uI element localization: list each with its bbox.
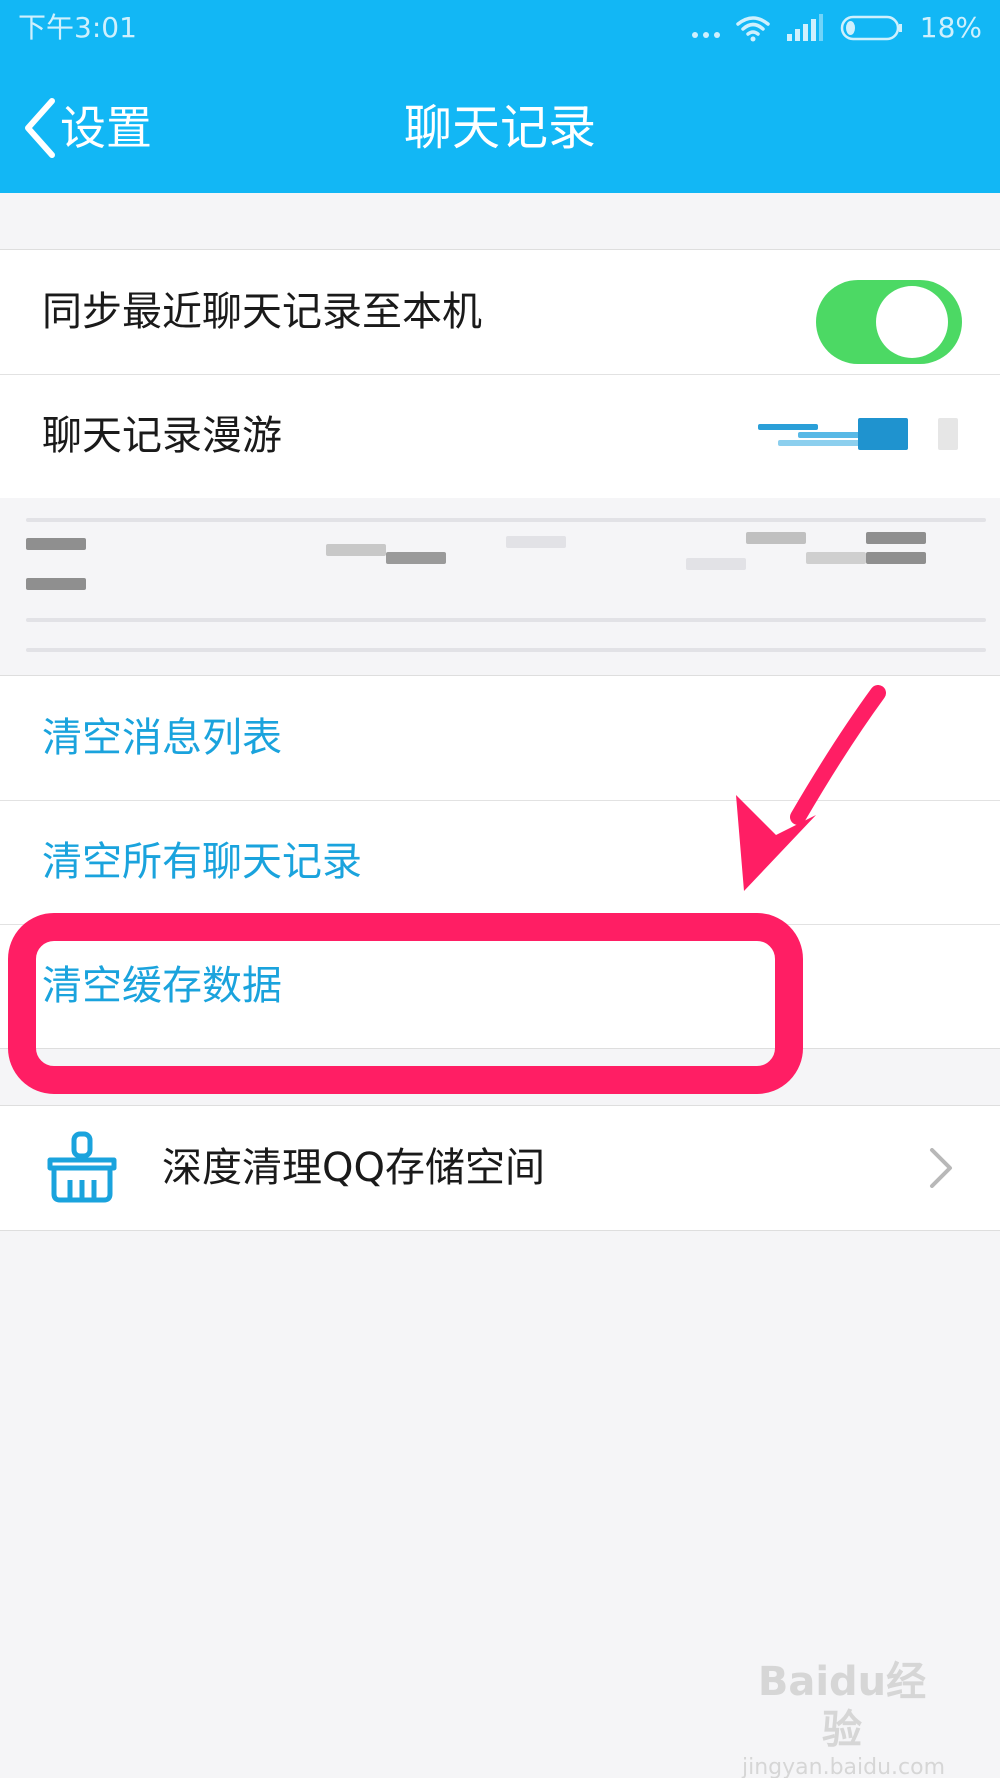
sync-row[interactable]: 同步最近聊天记录至本机 bbox=[0, 250, 1000, 374]
clear-message-list-row[interactable]: 清空消息列表 bbox=[0, 676, 1000, 800]
sync-label: 同步最近聊天记录至本机 bbox=[42, 289, 482, 335]
baidu-watermark: Baidu经验 jingyan.baidu.com bbox=[742, 1658, 946, 1778]
deep-clean-row[interactable]: 深度清理QQ存储空间 bbox=[0, 1106, 1000, 1230]
clear-cache-row[interactable]: 清空缓存数据 bbox=[0, 924, 1000, 1048]
chat-history-settings-screen: 下午3:01 18% 设置 聊天记录 同步最近聊天记录至本机 聊天记录漫游 清空… bbox=[0, 0, 1000, 1778]
more-dots-icon bbox=[691, 32, 720, 38]
nav-bar: 设置 聊天记录 bbox=[0, 68, 1000, 188]
watermark-logo-text: Baidu经验 bbox=[757, 1659, 927, 1753]
toggle-knob bbox=[876, 286, 948, 358]
signal-icon bbox=[786, 14, 823, 41]
roaming-status-obscured bbox=[758, 414, 958, 458]
watermark-url: jingyan.baidu.com bbox=[742, 1755, 946, 1778]
header-bar: 下午3:01 18% 设置 聊天记录 bbox=[0, 0, 1000, 193]
battery-percent: 18% bbox=[919, 11, 982, 44]
status-time: 下午3:01 bbox=[18, 11, 137, 44]
page-title: 聊天记录 bbox=[403, 100, 596, 156]
sync-toggle[interactable] bbox=[816, 280, 962, 364]
clear-actions-group: 清空消息列表 清空所有聊天记录 清空缓存数据 bbox=[0, 675, 1000, 1049]
status-icons: 18% bbox=[691, 8, 982, 48]
chevron-right-icon bbox=[930, 1148, 952, 1188]
wifi-icon bbox=[736, 16, 770, 42]
battery-icon bbox=[840, 15, 902, 41]
clear-message-list-button[interactable]: 清空消息列表 bbox=[42, 676, 282, 800]
clear-all-history-button[interactable]: 清空所有聊天记录 bbox=[42, 800, 362, 924]
broom-icon bbox=[47, 1131, 117, 1203]
roaming-label: 聊天记录漫游 bbox=[42, 413, 282, 459]
clear-all-history-row[interactable]: 清空所有聊天记录 bbox=[0, 800, 1000, 924]
clear-cache-button[interactable]: 清空缓存数据 bbox=[42, 924, 282, 1048]
obscured-region bbox=[0, 498, 1000, 672]
roaming-row[interactable]: 聊天记录漫游 bbox=[0, 374, 1000, 498]
status-bar: 下午3:01 18% bbox=[0, 0, 1000, 56]
deep-clean-label: 深度清理QQ存储空间 bbox=[162, 1145, 545, 1191]
deep-clean-group: 深度清理QQ存储空间 bbox=[0, 1105, 1000, 1231]
sync-settings-group: 同步最近聊天记录至本机 聊天记录漫游 bbox=[0, 249, 1000, 499]
